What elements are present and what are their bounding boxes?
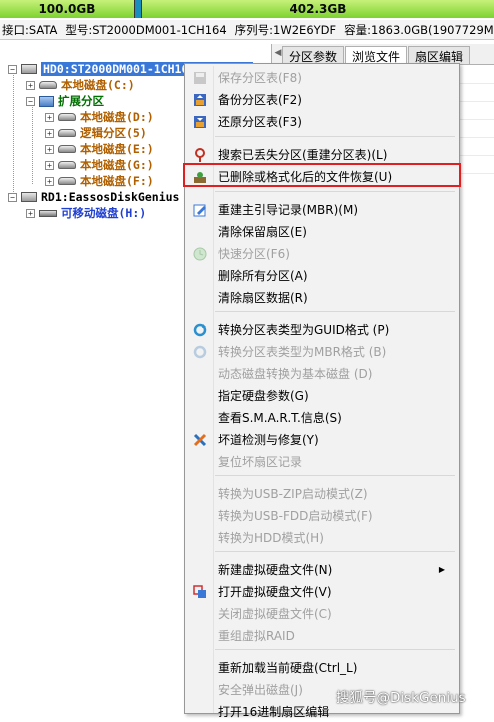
expand-icon[interactable]: + [45,112,54,122]
menu-separator [215,649,455,650]
search-icon [192,147,208,163]
watermark: 搜狐号@DiskGenius [336,690,466,706]
interface-label: 接口:SATA [2,22,58,37]
expand-icon[interactable]: + [45,144,54,154]
collapse-icon[interactable]: − [8,192,17,202]
menu-item-restore-table[interactable]: 还原分区表(F3) [187,111,457,132]
expand-icon[interactable]: + [26,80,35,90]
disk-info-line: 接口:SATA 型号:ST2000DM001-1CH164 序列号:1W2E6Y… [0,20,494,40]
tools-icon [192,432,208,448]
collapse-icon[interactable]: − [26,96,35,106]
tree-label-rd1: RD1:EassosDiskGenius [41,190,180,204]
capacity-label: 容量:1863.0GB(1907729MB) [344,22,494,37]
menu-item-backup-table[interactable]: 备份分区表(F2) [187,89,457,110]
partition-icon [58,145,76,153]
menu-item-to-mbr[interactable]: 转换分区表类型为MBR格式 (B) [187,341,457,362]
menu-separator [215,136,455,137]
usb-partition-icon [39,209,57,217]
clock-icon [192,246,208,262]
capacity-segment-1[interactable]: 100.0GB [0,0,135,18]
partition-icon [39,81,57,89]
menu-item-reload-disk[interactable]: 重新加载当前硬盘(Ctrl_L) [187,657,457,678]
restore-icon [192,114,208,130]
tab-sector-edit[interactable]: 扇区编辑 [408,46,471,64]
menu-item-open-vdisk[interactable]: 打开虚拟硬盘文件(V) [187,581,457,602]
menu-item-dynamic-to-basic[interactable]: 动态磁盘转换为基本磁盘 (D) [187,363,457,384]
tree-item-removable-h[interactable]: + 可移动磁盘(H:) [26,205,146,221]
expand-icon[interactable]: + [45,160,54,170]
menu-separator [215,551,455,552]
tree-label-logical5: 逻辑分区(5) [80,126,147,140]
tree-label-local-c: 本地磁盘(C:) [61,78,135,92]
menu-item-new-vdisk[interactable]: 新建虚拟硬盘文件(N) ▶ [187,559,457,580]
tree-item-rd1[interactable]: − RD1:EassosDiskGenius [8,189,179,205]
open-vdisk-icon [192,584,208,600]
tree-item-logical5[interactable]: + 逻辑分区(5) [45,125,147,141]
model-label: 型号:ST2000DM001-1CH164 [65,22,227,37]
menu-item-clear-reserved[interactable]: 清除保留扇区(E) [187,221,457,242]
tree-label-local-f: 本地磁盘(F:) [80,174,154,188]
menu-item-recover-files[interactable]: 已删除或格式化后的文件恢复(U) [187,166,457,187]
capacity-segment-2[interactable]: 402.3GB [140,0,494,18]
capacity-bar: 100.0GB 402.3GB [0,0,494,18]
convert-icon [192,322,208,338]
menu-item-reorg-raid[interactable]: 重组虚拟RAID [187,625,457,646]
menu-separator [215,311,455,312]
menu-item-quick-partition[interactable]: 快速分区(F6) [187,243,457,264]
convert-icon [192,344,208,360]
save-icon [192,70,208,86]
tree-label-local-d: 本地磁盘(D:) [80,110,154,124]
menu-item-to-hdd[interactable]: 转换为HDD模式(H) [187,527,457,548]
menu-item-close-vdisk[interactable]: 关闭虚拟硬盘文件(C) [187,603,457,624]
submenu-arrow-icon: ▶ [438,565,445,574]
tab-bar: 分区参数 浏览文件 扇区编辑 [282,46,471,64]
extended-partition-icon [39,95,54,107]
edit-icon [192,202,208,218]
tree-label-local-g: 本地磁盘(G:) [80,158,154,172]
tree-item-extended[interactable]: − 扩展分区 [26,93,104,109]
menu-item-clear-sectors[interactable]: 清除扇区数据(R) [187,287,457,308]
menu-item-usb-fdd[interactable]: 转换为USB-FDD启动模式(F) [187,505,457,526]
menu-item-usb-zip[interactable]: 转换为USB-ZIP启动模式(Z) [187,483,457,504]
recover-icon [192,169,208,185]
tree-label-local-e: 本地磁盘(E:) [80,142,154,156]
menu-item-bad-track[interactable]: 坏道检测与修复(Y) [187,429,457,450]
tree-line [32,102,33,184]
tree-label-extended: 扩展分区 [58,94,104,108]
tree-item-local-g[interactable]: + 本地磁盘(G:) [45,157,154,173]
menu-item-smart[interactable]: 查看S.M.A.R.T.信息(S) [187,407,457,428]
tree-line [13,70,14,202]
menu-item-delete-all[interactable]: 删除所有分区(A) [187,265,457,286]
expand-icon[interactable]: + [45,128,54,138]
menu-item-save-table[interactable]: 保存分区表(F8) [187,67,457,88]
menu-separator [215,191,455,192]
collapse-icon[interactable]: − [8,64,17,74]
expand-icon[interactable]: + [45,176,54,186]
serial-label: 序列号:1W2E6YDF [234,22,337,37]
menu-item-restore-bad[interactable]: 复位坏扇区记录 [187,451,457,472]
tab-browse-files[interactable]: 浏览文件 [345,46,408,64]
menu-item-set-params[interactable]: 指定硬盘参数(G) [187,385,457,406]
tree-item-local-c[interactable]: + 本地磁盘(C:) [26,77,135,93]
tree-label-removable-h: 可移动磁盘(H:) [61,206,147,220]
tree-item-local-d[interactable]: + 本地磁盘(D:) [45,109,154,125]
tree-item-local-f[interactable]: + 本地磁盘(F:) [45,173,154,189]
partition-icon [58,113,76,121]
menu-item-rebuild-mbr[interactable]: 重建主引导记录(MBR)(M) [187,199,457,220]
context-menu: 保存分区表(F8) 备份分区表(F2) 还原分区表(F3) 搜索已丢失分区(重建… [184,63,460,719]
menu-item-search-lost[interactable]: 搜索已丢失分区(重建分区表)(L) [187,144,457,165]
hard-disk-icon [21,64,37,74]
partition-icon [58,161,76,169]
tab-partition-params[interactable]: 分区参数 [282,46,345,64]
partition-icon [58,177,76,185]
partition-icon [58,129,76,137]
removable-disk-icon [21,192,37,202]
expand-icon[interactable]: + [26,208,35,218]
menu-item-to-guid[interactable]: 转换分区表类型为GUID格式 (P) [187,319,457,340]
tree-item-local-e[interactable]: + 本地磁盘(E:) [45,141,154,157]
menu-separator [215,475,455,476]
backup-icon [192,92,208,108]
